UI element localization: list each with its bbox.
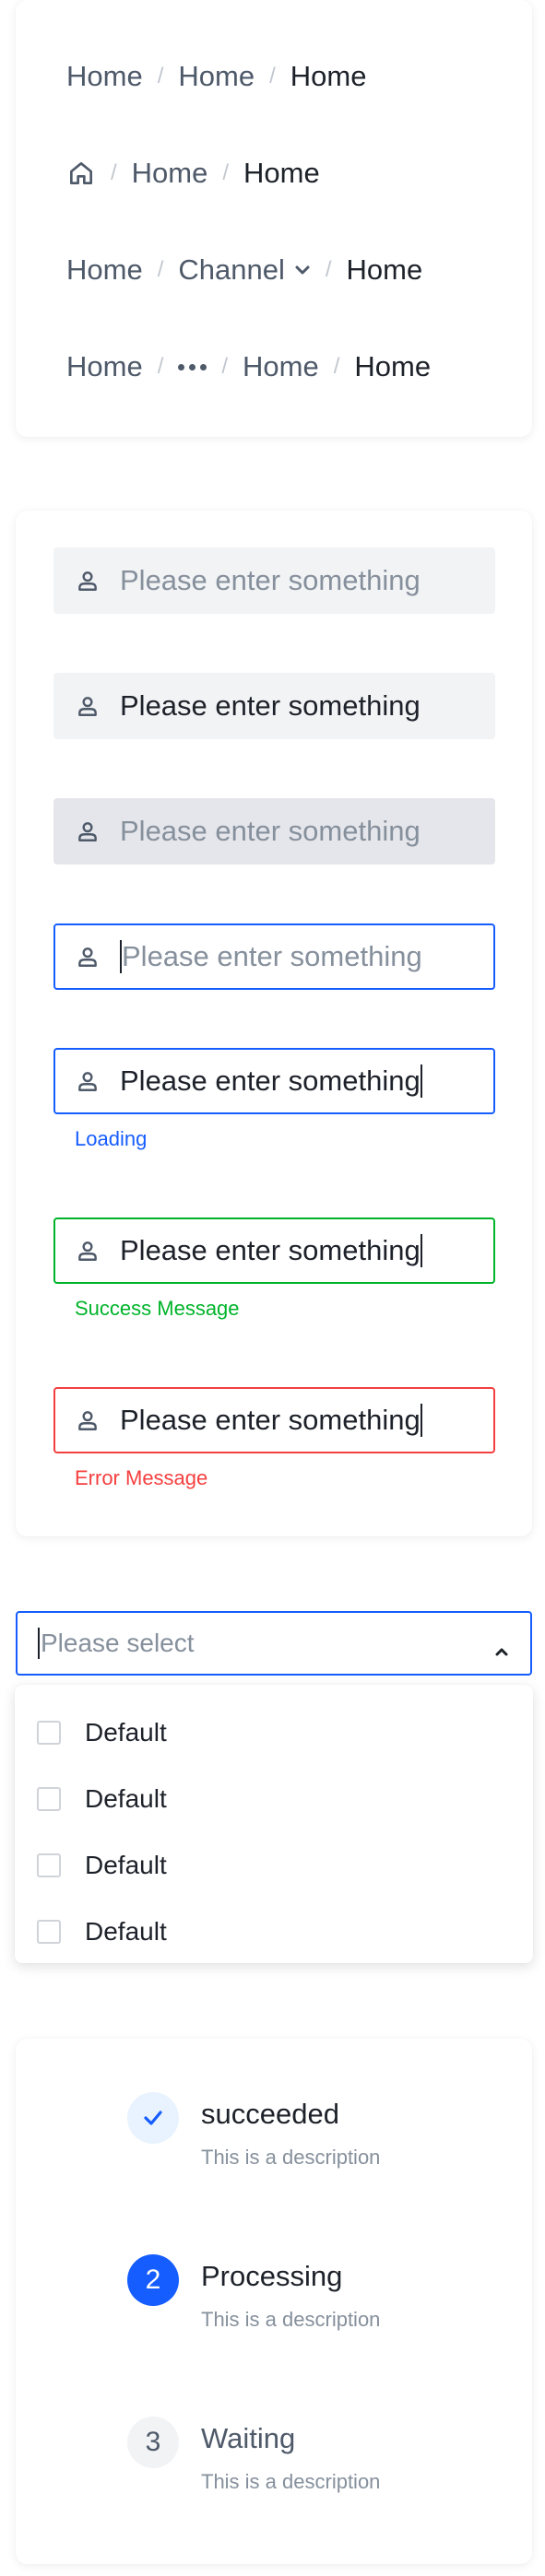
breadcrumb: / Home / Home	[66, 146, 320, 201]
chevron-up-icon[interactable]	[493, 1635, 510, 1664]
option-label: Default	[85, 1917, 167, 1946]
breadcrumb-link[interactable]: Home	[243, 350, 319, 383]
input-placeholder: Please enter something	[122, 940, 422, 972]
user-icon	[76, 569, 100, 593]
input-value: Please enter something	[120, 1404, 421, 1436]
input-value: Please enter something	[120, 1234, 421, 1266]
text-input-error[interactable]: Please enter something	[53, 1387, 495, 1453]
breadcrumb-separator: /	[221, 354, 229, 379]
error-message: Error Message	[75, 1466, 208, 1489]
steps-card: succeeded This is a description 2 Proces…	[16, 2039, 532, 2564]
breadcrumb-separator: /	[111, 160, 117, 185]
breadcrumb-link[interactable]: Home	[178, 60, 255, 93]
breadcrumb-current: Home	[346, 253, 423, 286]
select-option[interactable]: Default	[37, 1716, 167, 1749]
option-label: Default	[85, 1851, 167, 1879]
select-option[interactable]: Default	[37, 1782, 167, 1816]
user-icon	[76, 1239, 100, 1263]
select-placeholder: Please select	[41, 1629, 195, 1657]
select-option[interactable]: Default	[37, 1849, 167, 1882]
step-number: 2	[127, 2254, 179, 2306]
checkbox[interactable]	[37, 1721, 61, 1745]
breadcrumb-separator: /	[269, 64, 276, 88]
breadcrumb-link[interactable]: Home	[66, 253, 143, 287]
step-title: Waiting	[201, 2422, 296, 2454]
breadcrumb-separator: /	[157, 64, 164, 88]
text-input-loading[interactable]: Please enter something	[53, 1048, 495, 1114]
text-input[interactable]: Please enter something	[53, 547, 495, 614]
user-icon	[76, 1069, 100, 1093]
text-input-focused[interactable]: Please enter something	[53, 923, 495, 990]
breadcrumb-separator: /	[157, 354, 164, 379]
option-label: Default	[85, 1784, 167, 1813]
breadcrumb-link[interactable]: Home	[66, 60, 143, 93]
input-placeholder: Please enter something	[120, 815, 421, 847]
loading-message: Loading	[75, 1127, 148, 1150]
text-cursor	[38, 1628, 40, 1659]
step-description: This is a description	[201, 2146, 381, 2169]
ellipsis-icon[interactable]	[178, 353, 207, 381]
breadcrumb: Home / Home / Home	[66, 49, 366, 104]
check-icon	[127, 2092, 179, 2144]
home-icon[interactable]	[66, 159, 96, 188]
step-title: Processing	[201, 2260, 343, 2292]
step-number: 3	[127, 2417, 179, 2468]
user-icon	[76, 945, 100, 969]
text-cursor	[420, 1404, 422, 1437]
inputs-card: Please enter something Please enter some…	[16, 511, 532, 1536]
breadcrumb-separator: /	[333, 354, 340, 379]
breadcrumb-current: Home	[290, 60, 367, 92]
success-message: Success Message	[75, 1297, 240, 1320]
breadcrumb-separator: /	[157, 257, 164, 282]
user-icon	[76, 1408, 100, 1432]
select-option[interactable]: Default	[37, 1915, 167, 1948]
step-title: succeeded	[201, 2098, 339, 2130]
user-icon	[76, 694, 100, 718]
breadcrumb-card: Home / Home / Home / Home / Home Home / …	[16, 0, 532, 437]
step-description: This is a description	[201, 2308, 381, 2331]
breadcrumb-separator: /	[222, 160, 230, 185]
breadcrumb-link[interactable]: Home	[132, 157, 208, 190]
checkbox[interactable]	[37, 1853, 61, 1877]
option-label: Default	[85, 1718, 167, 1747]
breadcrumb-current: Home	[243, 157, 320, 189]
input-value: Please enter something	[120, 1065, 421, 1097]
user-icon	[76, 819, 100, 843]
text-input-filled[interactable]: Please enter something	[53, 673, 495, 739]
select-dropdown: Default Default Default Default	[15, 1685, 533, 1963]
breadcrumb: Home / / Home / Home	[66, 339, 431, 394]
text-input-disabled: Please enter something	[53, 798, 495, 865]
breadcrumb: Home / Channel / Home	[66, 242, 422, 298]
breadcrumb-dropdown-label: Channel	[178, 253, 285, 286]
text-input-success[interactable]: Please enter something	[53, 1217, 495, 1284]
breadcrumb-dropdown[interactable]: Channel	[178, 253, 310, 287]
breadcrumb-separator: /	[325, 257, 332, 282]
checkbox[interactable]	[37, 1920, 61, 1944]
text-cursor	[420, 1065, 422, 1098]
input-value: Please enter something	[120, 689, 421, 722]
checkbox[interactable]	[37, 1787, 61, 1811]
text-cursor	[420, 1234, 422, 1267]
input-placeholder: Please enter something	[120, 564, 421, 596]
breadcrumb-link[interactable]: Home	[66, 350, 143, 383]
step-description: This is a description	[201, 2470, 381, 2493]
select-input[interactable]: Please select	[16, 1611, 532, 1676]
chevron-down-icon	[295, 265, 310, 275]
breadcrumb-current: Home	[354, 350, 432, 382]
